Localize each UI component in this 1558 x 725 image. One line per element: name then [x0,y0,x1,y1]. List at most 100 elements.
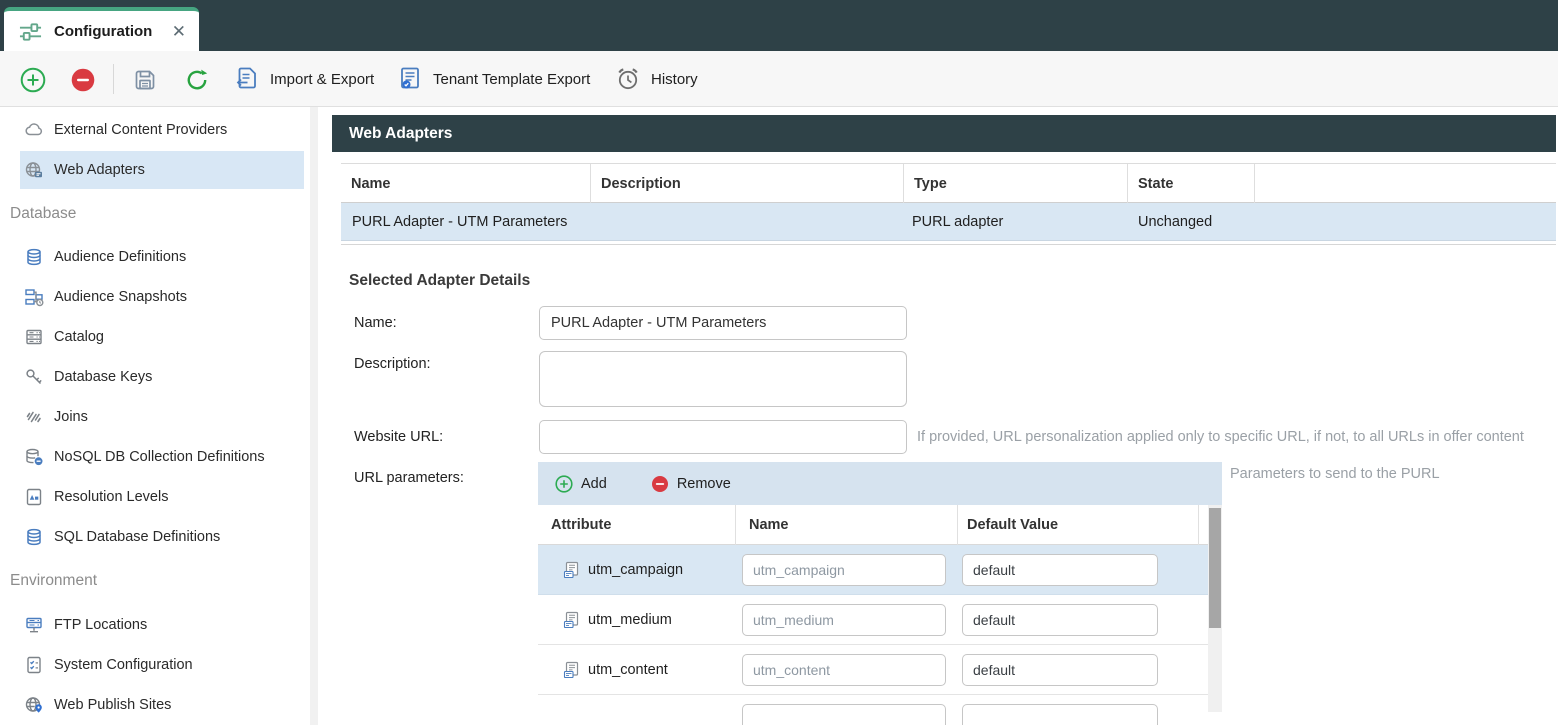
column-header-name[interactable]: Name [341,164,590,204]
sidebar-item-web-adapters[interactable]: Web Adapters [0,150,310,190]
url-parameters-panel: Add Remove Attribute Name Default Value [538,462,1222,725]
sidebar-section-database: Database [0,190,310,237]
param-default-value-input[interactable] [962,554,1158,586]
name-label: Name: [354,315,397,331]
joins-icon [24,407,44,427]
catalog-icon [24,327,44,347]
add-circle-icon[interactable] [20,67,46,93]
param-name-input[interactable] [742,704,946,725]
panel-title: Web Adapters [349,125,452,143]
details-heading: Selected Adapter Details [349,272,530,290]
url-parameters-hint: Parameters to send to the PURL [1230,466,1440,482]
params-scrollbar-track[interactable] [1208,505,1222,712]
sidebar-item-label: Web Adapters [54,162,145,178]
adapters-table-header: Name Description Type State [341,163,1556,203]
adapter-type-cell: PURL adapter [912,203,1003,241]
sidebar-item-catalog[interactable]: Catalog [0,317,310,357]
sidebar-section-environment: Environment [0,557,310,605]
url-parameters-actions-bar: Add Remove [538,462,1222,505]
tab-label: Configuration [54,23,152,40]
param-row-partial[interactable] [538,695,1208,725]
tenant-template-export-icon [396,65,424,93]
website-url-label: Website URL: [354,429,443,445]
sidebar-item-joins[interactable]: Joins [0,397,310,437]
sidebar-item-label: Joins [54,409,88,425]
toolbar: Import & Export Tenant Template Export [0,51,1558,107]
sidebar-item-web-publish-sites[interactable]: Web Publish Sites [0,685,310,725]
attribute-icon [563,611,581,629]
configuration-screen: Configuration ✕ [0,0,1558,725]
sidebar-item-nosql-db-collection-definitions[interactable]: NoSQL DB Collection Definitions [0,437,310,477]
remove-label: Remove [677,476,731,492]
history-button[interactable]: History [614,65,698,93]
website-url-field[interactable] [539,420,907,454]
param-name-input[interactable] [742,554,946,586]
sidebar-item-system-configuration[interactable]: System Configuration [0,645,310,685]
adapter-state-cell: Unchanged [1138,203,1212,241]
attribute-icon [563,561,581,579]
remove-parameter-button[interactable]: Remove [651,475,731,493]
sidebar-item-label: External Content Providers [54,122,227,138]
add-circle-icon [555,475,573,493]
cloud-icon [24,120,44,140]
sidebar-item-audience-definitions[interactable]: Audience Definitions [0,237,310,277]
param-default-value-input[interactable] [962,704,1158,725]
param-row-utm-medium[interactable]: utm_medium [538,595,1208,645]
sidebar-item-label: Resolution Levels [54,489,168,505]
sidebar-scrollbar[interactable] [310,107,318,725]
name-field[interactable] [539,306,907,340]
sidebar-item-label: Catalog [54,329,104,345]
import-export-label: Import & Export [270,71,374,88]
description-field[interactable] [539,351,907,407]
sidebar-item-label: Audience Definitions [54,249,186,265]
sidebar: External Content Providers Web Adapters … [0,107,310,725]
column-header-default-value[interactable]: Default Value [957,505,1198,545]
database-icon [24,247,44,267]
remove-circle-icon[interactable] [70,67,96,93]
description-label: Description: [354,356,431,372]
sidebar-item-audience-snapshots[interactable]: Audience Snapshots [0,277,310,317]
param-default-value-input[interactable] [962,604,1158,636]
adapters-table-bottom-border [341,244,1556,245]
tenant-template-export-button[interactable]: Tenant Template Export [396,65,590,93]
param-default-value-input[interactable] [962,654,1158,686]
resolution-levels-icon [24,487,44,507]
sidebar-item-label: System Configuration [54,657,193,673]
column-header-description[interactable]: Description [590,164,903,204]
top-bar: Configuration ✕ [0,0,1558,51]
refresh-icon[interactable] [184,67,210,93]
close-icon[interactable]: ✕ [172,23,186,40]
column-header-param-name[interactable]: Name [735,505,957,545]
sidebar-item-sql-database-definitions[interactable]: SQL Database Definitions [0,517,310,557]
adapters-table: Name Description Type State PURL Adapter… [341,163,1556,242]
panel-header: Web Adapters [332,115,1556,152]
sliders-icon [18,20,43,43]
column-header-type[interactable]: Type [903,164,1127,204]
snapshot-icon [24,287,44,307]
key-icon [24,367,44,387]
column-header-state[interactable]: State [1127,164,1254,204]
add-parameter-button[interactable]: Add [555,475,607,493]
sidebar-item-database-keys[interactable]: Database Keys [0,357,310,397]
adapter-row-selected[interactable]: PURL Adapter - UTM Parameters PURL adapt… [341,203,1556,241]
toolbar-divider [113,64,114,94]
param-name-input[interactable] [742,654,946,686]
sidebar-item-label: Web Publish Sites [54,697,171,713]
import-export-button[interactable]: Import & Export [233,65,374,93]
column-header-attribute[interactable]: Attribute [538,505,735,545]
param-row-utm-content[interactable]: utm_content [538,645,1208,695]
param-name-input[interactable] [742,604,946,636]
sidebar-item-ftp-locations[interactable]: FTP Locations [0,605,310,645]
tenant-template-export-label: Tenant Template Export [433,71,590,88]
website-url-hint: If provided, URL personalization applied… [917,429,1524,445]
tab-configuration[interactable]: Configuration ✕ [4,7,199,51]
history-clock-icon [614,65,642,93]
save-icon[interactable] [132,67,158,93]
sidebar-item-resolution-levels[interactable]: Resolution Levels [0,477,310,517]
params-scrollbar-thumb[interactable] [1209,508,1221,628]
sidebar-item-label: Audience Snapshots [54,289,187,305]
history-label: History [651,71,698,88]
sidebar-item-label: SQL Database Definitions [54,529,220,545]
param-row-utm-campaign[interactable]: utm_campaign [538,545,1208,595]
sidebar-item-external-content-providers[interactable]: External Content Providers [0,110,310,150]
